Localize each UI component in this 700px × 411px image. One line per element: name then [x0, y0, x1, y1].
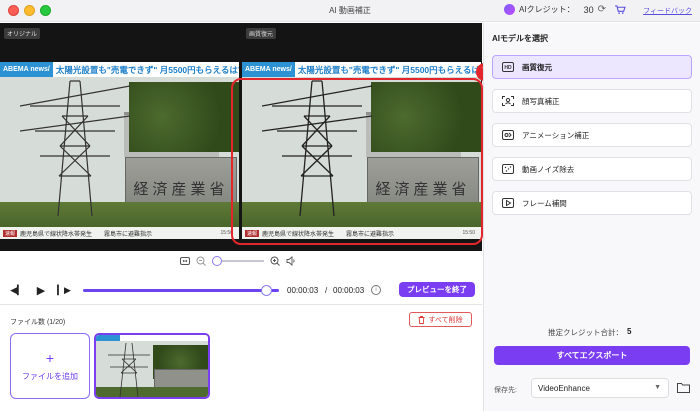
zoom-out-icon[interactable]: [196, 256, 206, 266]
zoom-slider-knob[interactable]: [212, 256, 222, 266]
video-preview: オリジナル 画質復元 経済産業省 ABEMA news/ 太陽光設置も"売電でき…: [0, 23, 494, 251]
trash-icon: [418, 315, 425, 324]
current-time: 00:00:03: [287, 286, 319, 295]
info-icon[interactable]: i: [371, 285, 381, 295]
zoom-slider[interactable]: [212, 256, 264, 266]
animation-icon: [502, 130, 514, 140]
title-bar: AI 動画補正 AIクレジット： 30 ⟳ フィードバック: [0, 0, 700, 22]
divider: [0, 304, 482, 305]
noise-icon: [502, 164, 514, 174]
frame-interp-icon: [502, 198, 514, 208]
credit-display: AIクレジット： 30 ⟳: [504, 4, 626, 15]
ai-credit-icon: [504, 4, 516, 15]
prev-frame-icon[interactable]: ◀︎▎: [10, 283, 24, 297]
pylon-image: [20, 80, 130, 216]
feedback-link[interactable]: フィードバック: [643, 6, 692, 16]
credit-value: 30: [583, 4, 594, 15]
panel-title: AIモデルを選択: [492, 34, 548, 43]
export-all-button[interactable]: すべてエクスポート: [494, 346, 690, 365]
credit-total-label: 推定クレジット合計：: [548, 328, 623, 337]
model-frame-interpolation[interactable]: フレーム補間: [492, 191, 692, 215]
end-preview-button[interactable]: プレビューを終了: [399, 282, 475, 297]
original-label: オリジナル: [4, 28, 41, 39]
cart-icon[interactable]: [615, 5, 626, 14]
news-subtitle: 速報 鹿児島県で線状降水帯発生 霧島市に避難指示 15:50: [0, 227, 239, 239]
highlight-box: [231, 78, 483, 245]
model-animation-enhance[interactable]: アニメーション補正: [492, 123, 692, 147]
plus-icon: +: [45, 349, 55, 366]
credit-total-value: 5: [627, 327, 632, 336]
progress-knob[interactable]: [261, 285, 272, 296]
delete-all-button[interactable]: すべて削除: [409, 312, 472, 327]
volume-icon[interactable]: [286, 256, 296, 266]
news-ticker: ABEMA news/ 太陽光設置も"売電できず" 月5500円もらえるはずが: [0, 62, 239, 77]
fit-screen-icon[interactable]: [180, 256, 190, 266]
save-location-select[interactable]: VideoEnhance ▼: [531, 378, 669, 398]
original-frame: 経済産業省 ABEMA news/ 太陽光設置も"売電できず" 月5500円もら…: [0, 62, 239, 239]
file-count: ファイル数 (1/20): [10, 319, 66, 326]
progress-bar[interactable]: [83, 289, 279, 292]
face-scan-icon: [502, 96, 514, 106]
next-frame-icon[interactable]: ▎▶︎: [57, 283, 71, 297]
svg-text:HD: HD: [504, 65, 512, 71]
add-file-label: ファイルを追加: [22, 371, 78, 381]
zoom-controls: [180, 256, 296, 266]
news-ticker: ABEMA news/ 太陽光設置も"売電できず" 月5500円もらえるはずが: [242, 62, 481, 77]
model-quality-restore[interactable]: HD 画質復元: [492, 55, 692, 79]
time-separator: /: [325, 286, 328, 295]
total-time: 00:00:03: [333, 286, 365, 295]
folder-icon[interactable]: [677, 382, 690, 393]
play-icon[interactable]: ▶︎: [34, 283, 48, 297]
model-noise-removal[interactable]: 動画ノイズ除去: [492, 157, 692, 181]
video-thumbnail[interactable]: [94, 333, 210, 399]
ai-model-panel: AIモデルを選択 HD 画質復元 顔写真補正 アニメーション補正 動画ノイズ除去…: [483, 23, 700, 411]
chevron-down-icon: ▼: [654, 384, 661, 391]
playback-controls: ◀︎▎ ▶︎ ▎▶︎ 00:00:03 / 00:00:03 i プレビューを終…: [10, 282, 475, 298]
add-file-button[interactable]: + ファイルを追加: [10, 333, 90, 399]
zoom-in-icon[interactable]: [270, 256, 280, 266]
save-location-label: 保存先:: [494, 387, 517, 394]
model-face-enhance[interactable]: 顔写真補正: [492, 89, 692, 113]
processed-label: 画質復元: [246, 28, 277, 39]
hd-icon: HD: [502, 62, 514, 72]
credit-label: AIクレジット：: [519, 5, 575, 14]
refresh-icon[interactable]: ⟳: [598, 4, 606, 15]
